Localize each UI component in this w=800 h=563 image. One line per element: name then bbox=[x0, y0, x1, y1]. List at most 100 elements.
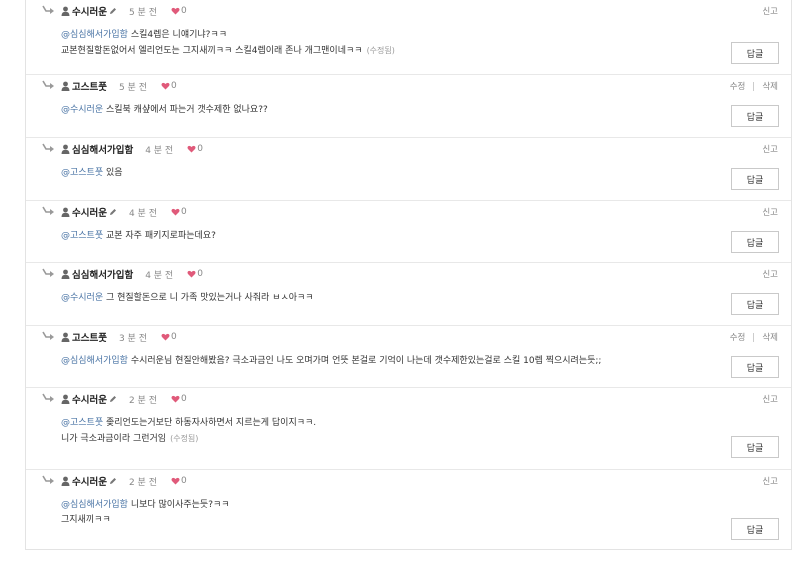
edit-link[interactable]: 수정 bbox=[730, 80, 746, 92]
mention-link[interactable]: @심심해서가입함 bbox=[61, 500, 128, 510]
reply-arrow-icon bbox=[42, 206, 54, 215]
action-divider bbox=[753, 332, 755, 342]
report-link[interactable]: 신고 bbox=[762, 5, 778, 17]
author-name[interactable]: 수시러운 bbox=[72, 474, 107, 488]
comment-text: 있음 bbox=[103, 168, 123, 178]
comment-actions: 수정 삭제 bbox=[730, 80, 778, 92]
like-count[interactable]: 0 bbox=[171, 81, 177, 91]
reply-arrow-icon bbox=[42, 5, 54, 14]
mention-link[interactable]: @심심해서가입함 bbox=[61, 356, 128, 366]
author-name[interactable]: 심심해서가입함 bbox=[72, 267, 133, 281]
author-name[interactable]: 수시러운 bbox=[72, 205, 107, 219]
timestamp: 4 분 전 bbox=[145, 145, 174, 156]
author-name[interactable]: 수시러운 bbox=[72, 392, 107, 406]
comment-text: 좆리언도는거보단 하동자사하면서 지르는게 답이지ㅋㅋ. bbox=[103, 418, 317, 428]
report-link[interactable]: 신고 bbox=[762, 475, 778, 487]
reply-button[interactable]: 답글 bbox=[731, 356, 779, 378]
reply-button[interactable]: 답글 bbox=[731, 293, 779, 315]
user-icon bbox=[61, 207, 70, 217]
comment-text: 니보다 많이사주는듯?ㅋㅋ bbox=[127, 500, 230, 510]
reply-button[interactable]: 답글 bbox=[731, 168, 779, 190]
mention-link[interactable]: @심심해서가입함 bbox=[61, 30, 128, 40]
comment-body: @심심해서가입함 스킬4렙은 니얘기냐?ㅋㅋ 교본현질할돈없어서 엘리언도는 그지… bbox=[61, 28, 395, 59]
reply-arrow-icon bbox=[42, 393, 54, 402]
like-count[interactable]: 0 bbox=[181, 6, 187, 16]
comment-meta: 고스트풋 5 분 전 0 bbox=[61, 79, 177, 93]
user-icon bbox=[61, 81, 70, 91]
like-count[interactable]: 0 bbox=[181, 394, 187, 404]
edited-label: (수정됨) bbox=[170, 434, 199, 443]
mention-link[interactable]: @고스트풋 bbox=[61, 168, 103, 178]
comment-line: @수시러운 스킬북 캐샾에서 파는거 갯수제한 없나요?? bbox=[61, 103, 268, 118]
comment-actions: 신고 bbox=[762, 475, 778, 487]
comment-text: 스킬북 캐샾에서 파는거 갯수제한 없나요?? bbox=[103, 105, 268, 115]
timestamp: 3 분 전 bbox=[118, 333, 147, 344]
comment-item: 수시러운 4 분 전 0 신고 @고스트풋 교본 자주 패키지로파는데요? 답글 bbox=[26, 201, 791, 263]
author-name[interactable]: 고스트풋 bbox=[72, 330, 107, 344]
reply-button[interactable]: 답글 bbox=[731, 42, 779, 64]
timestamp: 4 분 전 bbox=[145, 270, 174, 281]
report-link[interactable]: 신고 bbox=[762, 206, 778, 218]
reply-arrow-icon bbox=[42, 475, 54, 484]
comment-list: 수시러운 5 분 전 0 신고 @심심해서가입함 스킬4렙은 니얘기냐?ㅋㅋ 교본현질할돈… bbox=[25, 0, 792, 550]
comment-body: @심심해서가입함 수시러운님 현질안해봤음? 극소과금인 나도 오며가며 언뜻 … bbox=[61, 354, 601, 369]
mention-link[interactable]: @수시러운 bbox=[61, 105, 103, 115]
delete-link[interactable]: 삭제 bbox=[762, 331, 778, 343]
comment-actions: 신고 bbox=[762, 268, 778, 280]
report-link[interactable]: 신고 bbox=[762, 143, 778, 155]
like-count[interactable]: 0 bbox=[197, 269, 203, 279]
like-count[interactable]: 0 bbox=[171, 332, 177, 342]
reply-arrow-icon bbox=[42, 268, 54, 277]
comment-meta: 수시러운 2 분 전 0 bbox=[61, 474, 187, 488]
comment-body: @수시러운 그 현질할돈으로 니 가족 맛있는거나 사줘라 ㅂㅅ아ㅋㅋ bbox=[61, 291, 314, 306]
comment-line: @심심해서가입함 니보다 많이사주는듯?ㅋㅋ bbox=[61, 498, 230, 513]
comment-line: 교본현질할돈없어서 엘리언도는 그지새끼ㅋㅋ 스킬4렙이래 존나 개그맨이네ㅋㅋ… bbox=[61, 43, 395, 59]
comment-body: @고스트풋 있음 bbox=[61, 166, 123, 181]
heart-icon bbox=[171, 208, 180, 216]
report-link[interactable]: 신고 bbox=[762, 268, 778, 280]
comment-item: 심심해서가입함 4 분 전 0 신고 @수시러운 그 현질할돈으로 니 가족 맛있는거나… bbox=[26, 263, 791, 326]
author-name[interactable]: 심심해서가입함 bbox=[72, 142, 133, 156]
user-icon bbox=[61, 6, 70, 16]
reply-button[interactable]: 답글 bbox=[731, 436, 779, 458]
author-name[interactable]: 고스트풋 bbox=[72, 79, 107, 93]
report-link[interactable]: 신고 bbox=[762, 393, 778, 405]
comment-item: 수시러운 5 분 전 0 신고 @심심해서가입함 스킬4렙은 니얘기냐?ㅋㅋ 교본현질할돈… bbox=[26, 0, 791, 75]
comment-line: 그지새끼ㅋㅋ bbox=[61, 513, 230, 528]
comment-actions: 신고 bbox=[762, 143, 778, 155]
edit-link[interactable]: 수정 bbox=[730, 331, 746, 343]
like-count[interactable]: 0 bbox=[181, 207, 187, 217]
user-icon bbox=[61, 394, 70, 404]
author-name[interactable]: 수시러운 bbox=[72, 4, 107, 18]
like-count[interactable]: 0 bbox=[181, 476, 187, 486]
comment-body: @고스트풋 좆리언도는거보단 하동자사하면서 지르는게 답이지ㅋㅋ. 니가 극소과… bbox=[61, 416, 316, 447]
comment-text: 교본 자주 패키지로파는데요? bbox=[103, 231, 216, 241]
heart-icon bbox=[171, 7, 180, 15]
like-count[interactable]: 0 bbox=[197, 144, 203, 154]
mention-link[interactable]: @수시러운 bbox=[61, 293, 103, 303]
timestamp: 2 분 전 bbox=[128, 395, 157, 406]
comment-line: @고스트풋 교본 자주 패키지로파는데요? bbox=[61, 229, 216, 244]
timestamp: 4 분 전 bbox=[128, 208, 157, 219]
comment-item: 고스트풋 5 분 전 0 수정 삭제 @수시러운 스킬북 캐샾에서 파는거 갯수제한 없나… bbox=[26, 75, 791, 138]
mention-link[interactable]: @고스트풋 bbox=[61, 418, 103, 428]
comment-item: 심심해서가입함 4 분 전 0 신고 @고스트풋 있음 답글 bbox=[26, 138, 791, 201]
delete-link[interactable]: 삭제 bbox=[762, 80, 778, 92]
reply-arrow-icon bbox=[42, 143, 54, 152]
comment-item: 수시러운 2 분 전 0 신고 @심심해서가입함 니보다 많이사주는듯?ㅋㅋ 그지새끼ㅋㅋ… bbox=[26, 470, 791, 550]
comment-meta: 수시러운 4 분 전 0 bbox=[61, 205, 187, 219]
comment-item: 수시러운 2 분 전 0 신고 @고스트풋 좆리언도는거보단 하동자사하면서 지르는게 … bbox=[26, 388, 791, 470]
comment-text: 그지새끼ㅋㅋ bbox=[61, 515, 111, 525]
heart-icon bbox=[161, 82, 170, 90]
heart-icon bbox=[161, 333, 170, 341]
mention-link[interactable]: @고스트풋 bbox=[61, 231, 103, 241]
reply-button[interactable]: 답글 bbox=[731, 518, 779, 540]
comment-line: @심심해서가입함 수시러운님 현질안해봤음? 극소과금인 나도 오며가며 언뜻 … bbox=[61, 354, 601, 369]
comment-actions: 신고 bbox=[762, 206, 778, 218]
comment-text: 교본현질할돈없어서 엘리언도는 그지새끼ㅋㅋ 스킬4렙이래 존나 개그맨이네ㅋㅋ bbox=[61, 46, 363, 56]
reply-button[interactable]: 답글 bbox=[731, 231, 779, 253]
comment-line: 니가 극소과금이라 그런거임 (수정됨) bbox=[61, 431, 316, 447]
reply-button[interactable]: 답글 bbox=[731, 105, 779, 127]
comment-meta: 수시러운 5 분 전 0 bbox=[61, 4, 187, 18]
pencil-icon bbox=[109, 209, 116, 215]
